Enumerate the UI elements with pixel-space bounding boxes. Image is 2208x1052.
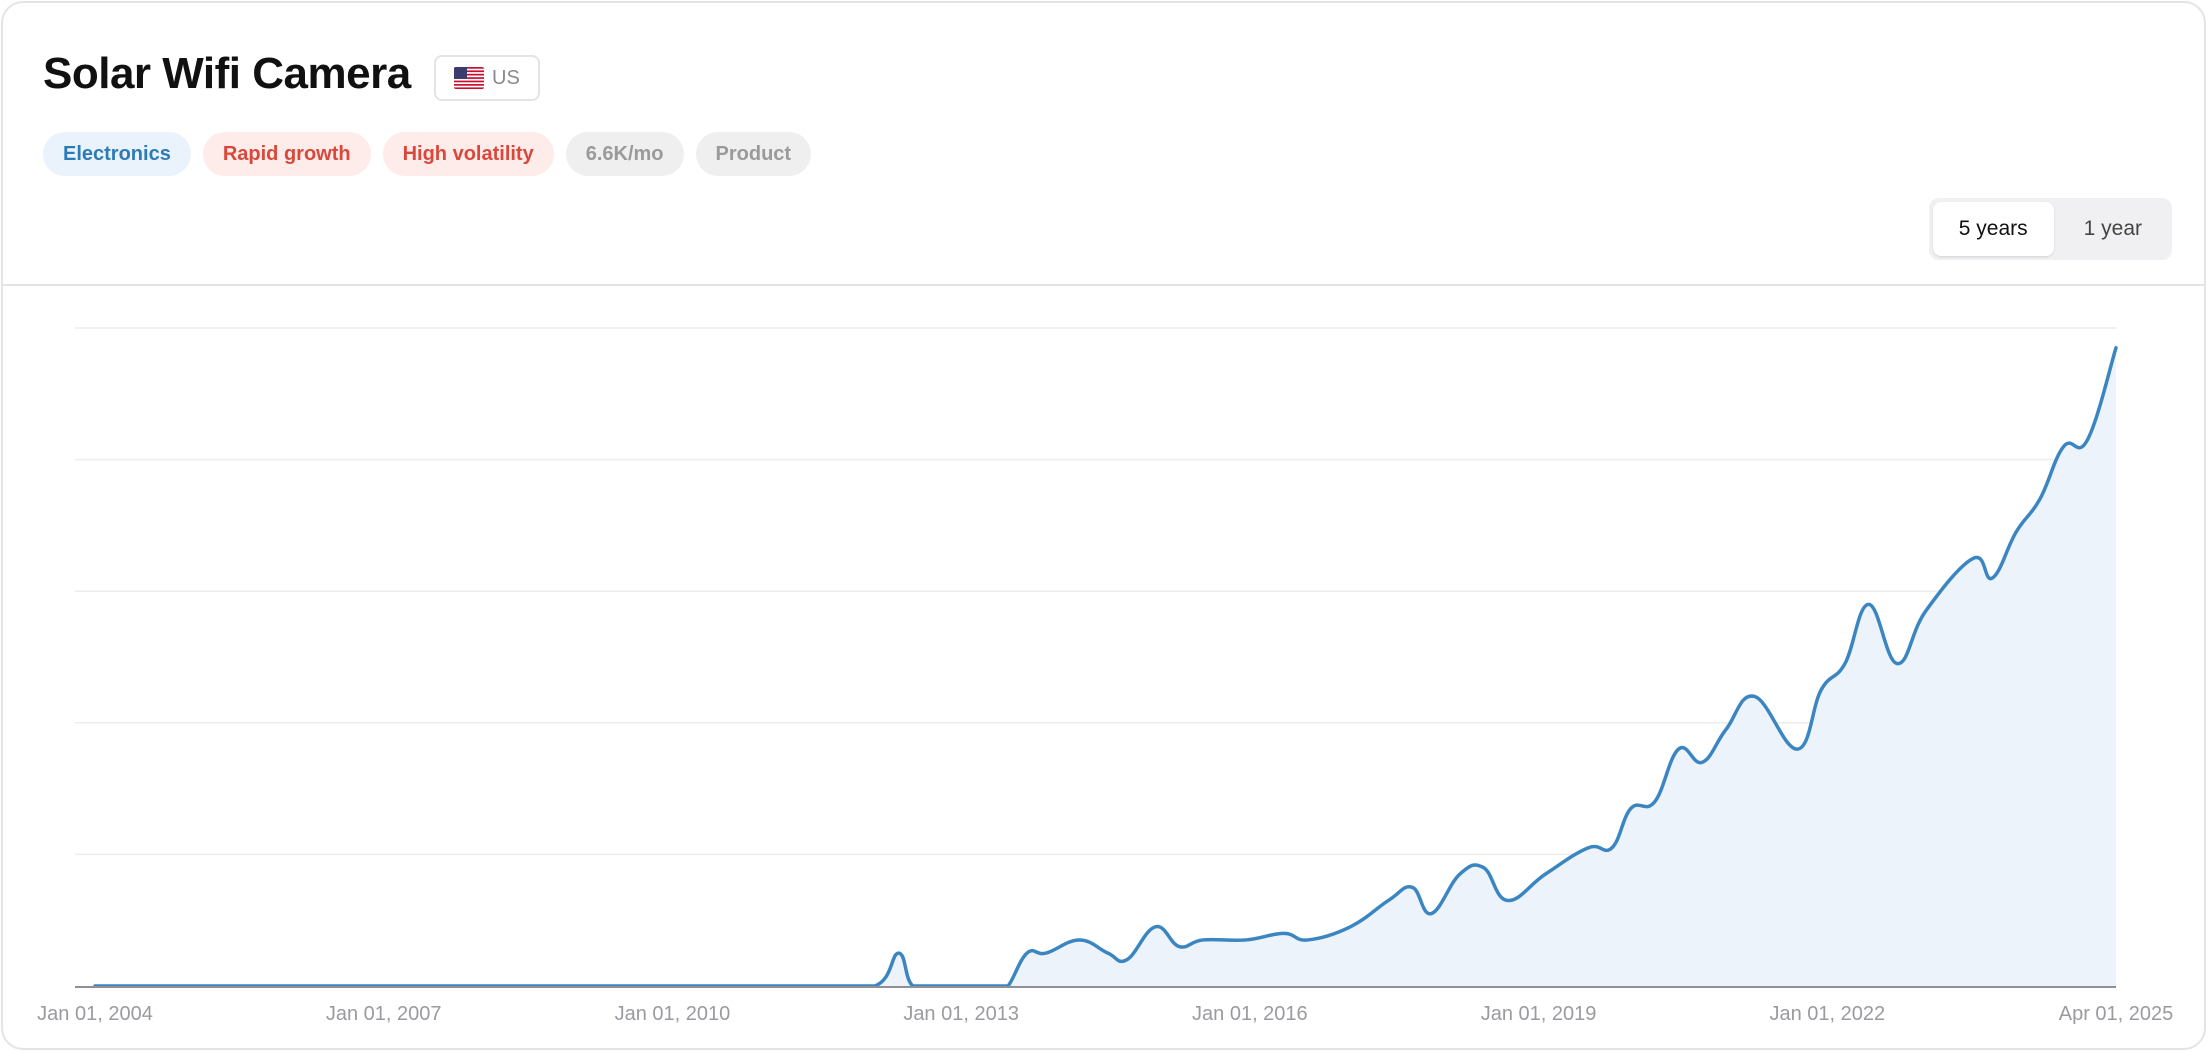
- tag-volume[interactable]: 6.6K/mo: [565, 132, 684, 176]
- page-title: Solar Wifi Camera: [43, 49, 411, 98]
- range-option-5-years[interactable]: 5 years: [1932, 202, 2054, 256]
- x-tick-label: Jan 01, 2007: [326, 1003, 442, 1025]
- x-tick-label: Apr 01, 2025: [2059, 1003, 2174, 1025]
- x-tick-label: Jan 01, 2022: [1769, 1003, 1885, 1025]
- trend-card: Solar Wifi Camera US Electronics Rapid g…: [1, 1, 2206, 1050]
- x-tick-label: Jan 01, 2019: [1481, 1003, 1597, 1025]
- tag-list: Electronics Rapid growth High volatility…: [43, 132, 812, 176]
- card-header: Solar Wifi Camera US Electronics Rapid g…: [3, 3, 2204, 286]
- x-tick-label: Jan 01, 2004: [37, 1003, 153, 1025]
- tag-volatility[interactable]: High volatility: [382, 132, 554, 176]
- tag-type[interactable]: Product: [695, 132, 812, 176]
- trend-chart: Jan 01, 2004 Jan 01, 2007 Jan 01, 2010 Jan …: [3, 288, 2204, 1048]
- range-toggle: 5 years 1 year: [1928, 198, 2172, 260]
- series-area: [95, 347, 2116, 986]
- trend-chart-svg: Jan 01, 2004 Jan 01, 2007 Jan 01, 2010 Jan …: [37, 327, 2174, 1025]
- range-option-1-year[interactable]: 1 year: [2058, 202, 2168, 256]
- x-tick-label: Jan 01, 2016: [1192, 1003, 1308, 1025]
- tag-category[interactable]: Electronics: [43, 132, 191, 176]
- x-tick-label: Jan 01, 2013: [903, 1003, 1019, 1025]
- tag-growth[interactable]: Rapid growth: [202, 132, 371, 176]
- x-tick-label: Jan 01, 2010: [615, 1003, 731, 1025]
- us-flag-icon: [454, 67, 484, 89]
- region-badge[interactable]: US: [434, 55, 540, 101]
- region-code: US: [492, 66, 520, 89]
